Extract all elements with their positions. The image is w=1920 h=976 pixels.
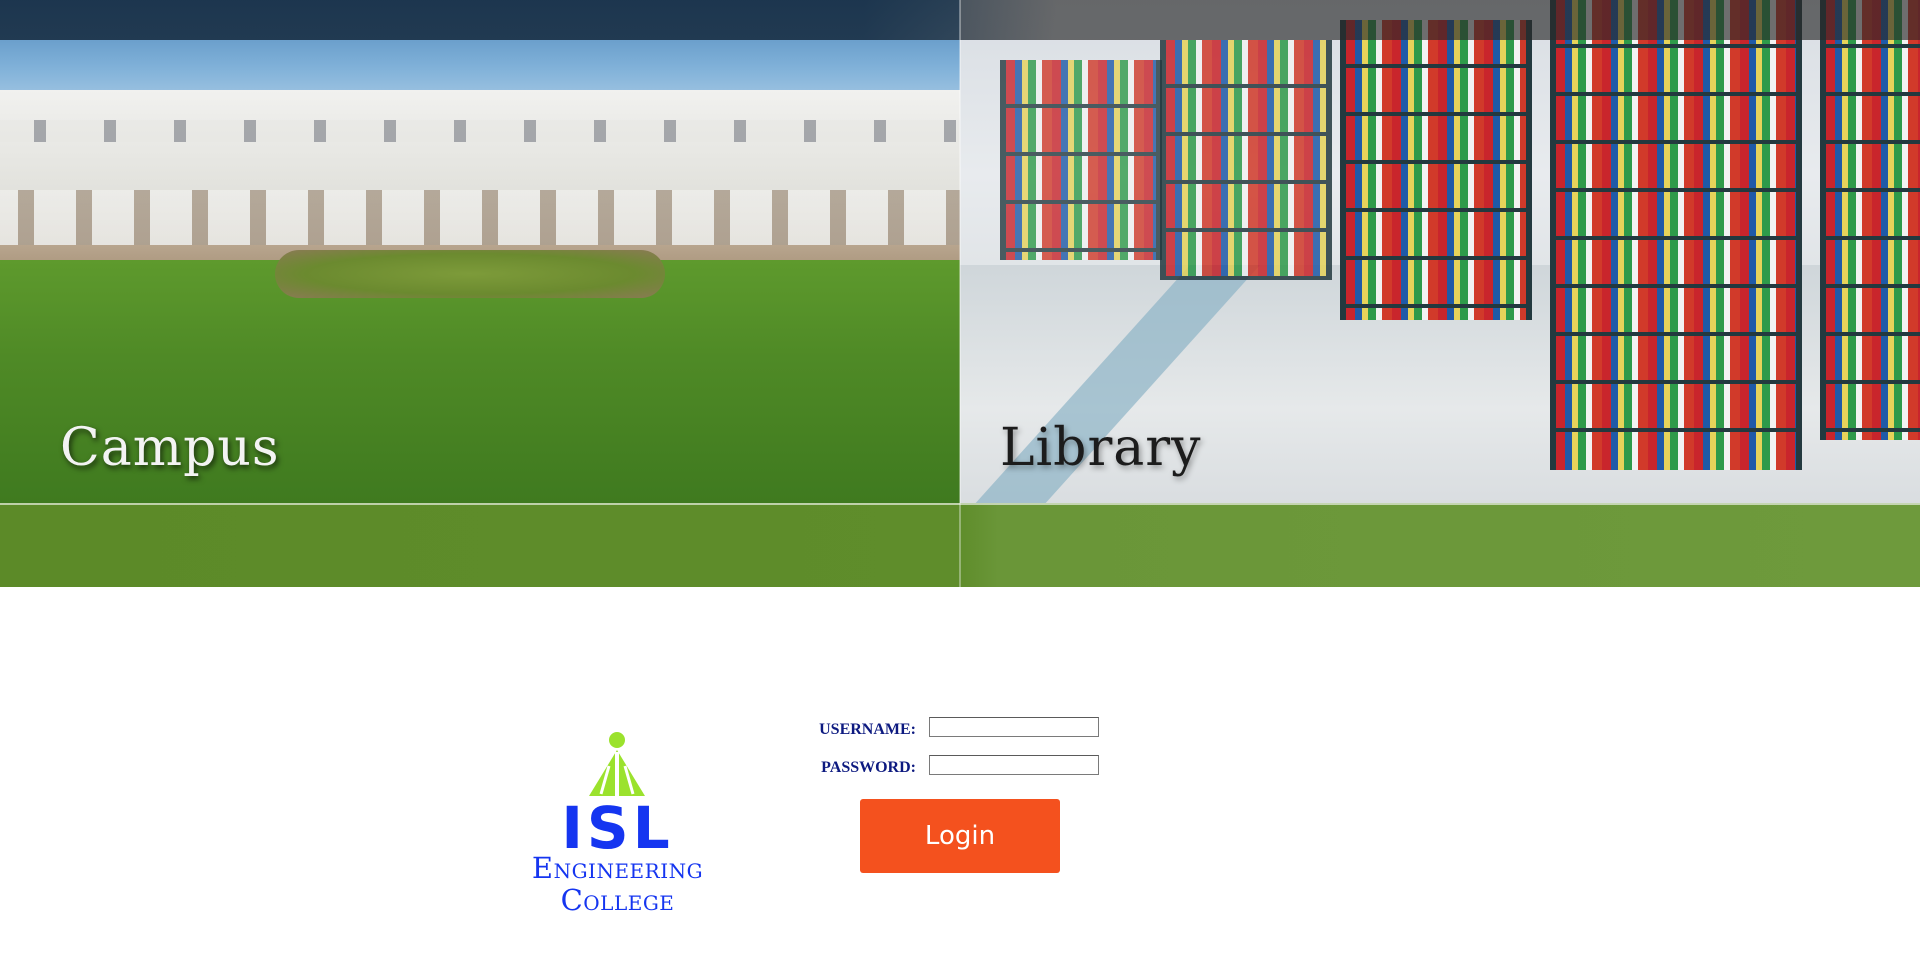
username-row: USERNAME:: [810, 717, 1110, 745]
bookshelf: [1820, 0, 1920, 440]
login-button[interactable]: Login: [860, 799, 1060, 873]
password-row: PASSWORD:: [810, 755, 1110, 783]
campus-planters: [275, 250, 665, 298]
username-input[interactable]: [929, 717, 1099, 737]
logo-name: ISL: [561, 794, 674, 862]
header-banner: Campus Library: [0, 0, 1920, 587]
campus-building: [0, 90, 960, 270]
library-image: [960, 0, 1920, 587]
password-label: PASSWORD:: [821, 759, 916, 776]
library-label: Library: [1000, 418, 1202, 478]
username-label: USERNAME:: [819, 721, 916, 738]
college-logo: ISL Engineering College: [505, 728, 730, 918]
bookshelf: [1000, 60, 1162, 260]
password-input[interactable]: [929, 755, 1099, 775]
campus-image: [0, 0, 960, 587]
bookshelf: [1340, 20, 1532, 320]
campus-label: Campus: [60, 418, 280, 478]
bookshelf: [1550, 0, 1802, 470]
banner-divider: [959, 0, 961, 587]
logo-line-college: College: [560, 883, 675, 917]
bookshelf: [1160, 40, 1332, 280]
logo-line-engineering: Engineering: [531, 851, 704, 885]
